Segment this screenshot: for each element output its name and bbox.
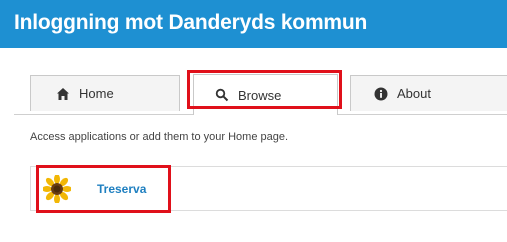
tab-home-label: Home (79, 86, 114, 101)
tab-browse-label: Browse (238, 87, 282, 103)
tab-about-label: About (397, 86, 431, 101)
tab-home[interactable]: Home (30, 75, 180, 111)
info-icon (374, 87, 388, 101)
tab-browse[interactable]: Browse (193, 74, 338, 115)
header-bar: Inloggning mot Danderyds kommun (0, 0, 507, 48)
search-icon (215, 88, 229, 102)
home-icon (56, 87, 70, 101)
page-title: Inloggning mot Danderyds kommun (14, 11, 368, 34)
app-link-treserva[interactable]: Treserva (97, 182, 146, 196)
sunflower-icon (42, 174, 72, 204)
intro-text: Access applications or add them to your … (30, 131, 289, 143)
tab-about[interactable]: About (350, 75, 507, 111)
app-item-treserva[interactable]: Treserva (30, 166, 507, 211)
